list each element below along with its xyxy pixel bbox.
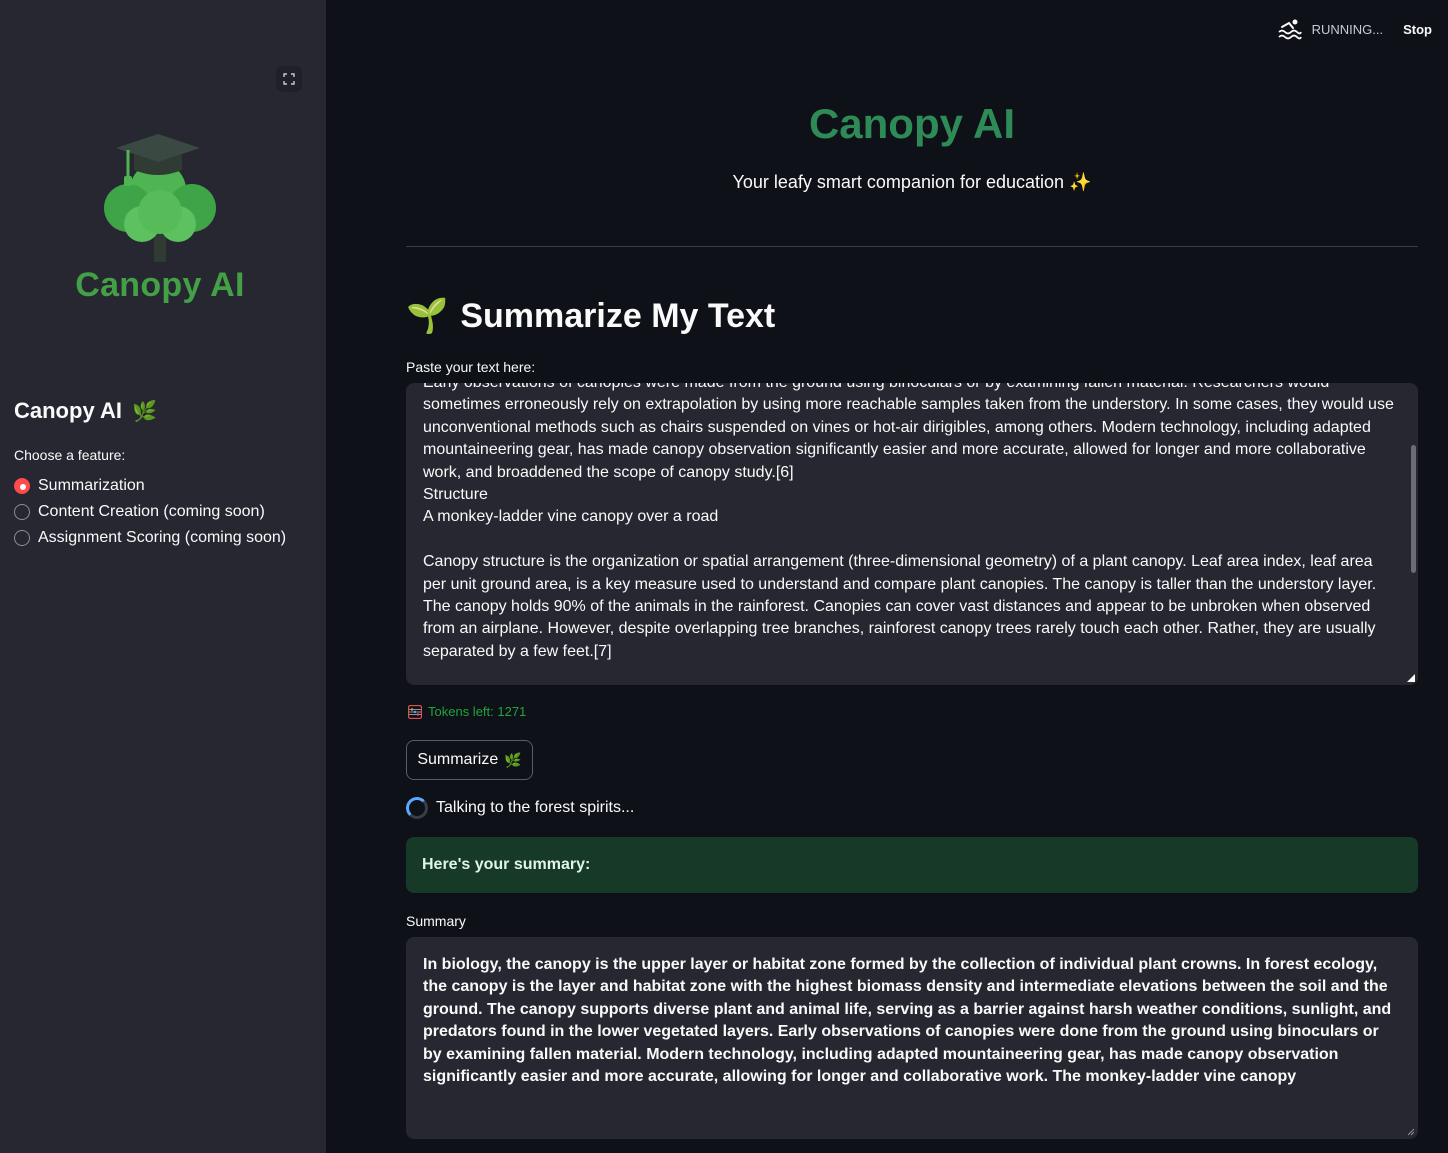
running-status: RUNNING... <box>1311 21 1384 37</box>
text-input-content: Early observations of canopies were made… <box>423 383 1394 660</box>
radio-content-creation[interactable]: Content Creation (coming soon) <box>14 499 286 525</box>
sidebar-title: Canopy AI 🌿 <box>14 398 157 424</box>
section-title: Summarize My Text <box>460 296 776 335</box>
radio-unselected-icon <box>14 504 30 520</box>
input-label: Paste your text here: <box>406 359 536 375</box>
stop-button[interactable]: Stop <box>1403 22 1432 37</box>
radio-label: Assignment Scoring (coming soon) <box>38 529 287 546</box>
sidebar-title-text: Canopy AI <box>14 398 122 423</box>
radio-assignment-scoring[interactable]: Assignment Scoring (coming soon) <box>14 525 286 551</box>
swimmer-icon <box>1277 19 1302 40</box>
summary-label: Summary <box>406 913 466 929</box>
expand-icon <box>283 73 295 85</box>
seedling-icon: 🌱 <box>406 297 449 335</box>
section-heading: 🌱 Summarize My Text <box>406 296 775 336</box>
radio-unselected-icon <box>14 530 30 546</box>
resize-handle-icon[interactable] <box>1407 674 1415 682</box>
herb-icon: 🌿 <box>504 751 522 768</box>
loading-indicator: Talking to the forest spirits... <box>406 797 634 819</box>
app-status: RUNNING... Stop <box>1277 18 1432 40</box>
tree-graduation-cap-icon <box>104 134 216 262</box>
logo-text: Canopy AI <box>75 266 245 304</box>
page-title: Canopy AI <box>808 100 1016 147</box>
text-input-area[interactable]: Early observations of canopies were made… <box>406 383 1418 685</box>
success-alert: Here's your summary: <box>406 837 1418 893</box>
herb-icon: 🌿 <box>131 400 157 423</box>
feature-radio-group: Summarization Content Creation (coming s… <box>14 473 286 551</box>
resize-handle-icon[interactable] <box>1407 1128 1415 1136</box>
radio-label: Content Creation (coming soon) <box>38 503 265 520</box>
textarea-scrollbar[interactable] <box>1411 445 1416 573</box>
summarize-button[interactable]: Summarize 🌿 <box>406 740 533 780</box>
feature-choice-label: Choose a feature: <box>14 447 126 463</box>
tokens-indicator: Tokens left: 1271 <box>408 704 526 719</box>
page-subtitle: Your leafy smart companion for education… <box>732 172 1092 192</box>
tokens-left-text: Tokens left: 1271 <box>428 704 527 719</box>
summary-content: In biology, the canopy is the upper laye… <box>423 956 1396 1086</box>
summary-output-area[interactable]: In biology, the canopy is the upper laye… <box>406 937 1418 1139</box>
radio-selected-icon <box>14 478 30 494</box>
radio-label: Summarization <box>38 477 145 494</box>
summarize-button-label: Summarize <box>417 751 499 768</box>
abacus-icon <box>408 704 422 719</box>
app-logo: Canopy AI <box>70 128 250 308</box>
sidebar: Canopy AI Canopy AI 🌿 Choose a feature: … <box>0 0 326 1153</box>
divider <box>406 246 1418 247</box>
radio-summarization[interactable]: Summarization <box>14 473 286 499</box>
spinner-text: Talking to the forest spirits... <box>436 799 635 816</box>
collapse-sidebar-button[interactable] <box>276 66 302 92</box>
spinner-icon <box>406 797 428 819</box>
success-text: Here's your summary: <box>422 856 591 873</box>
